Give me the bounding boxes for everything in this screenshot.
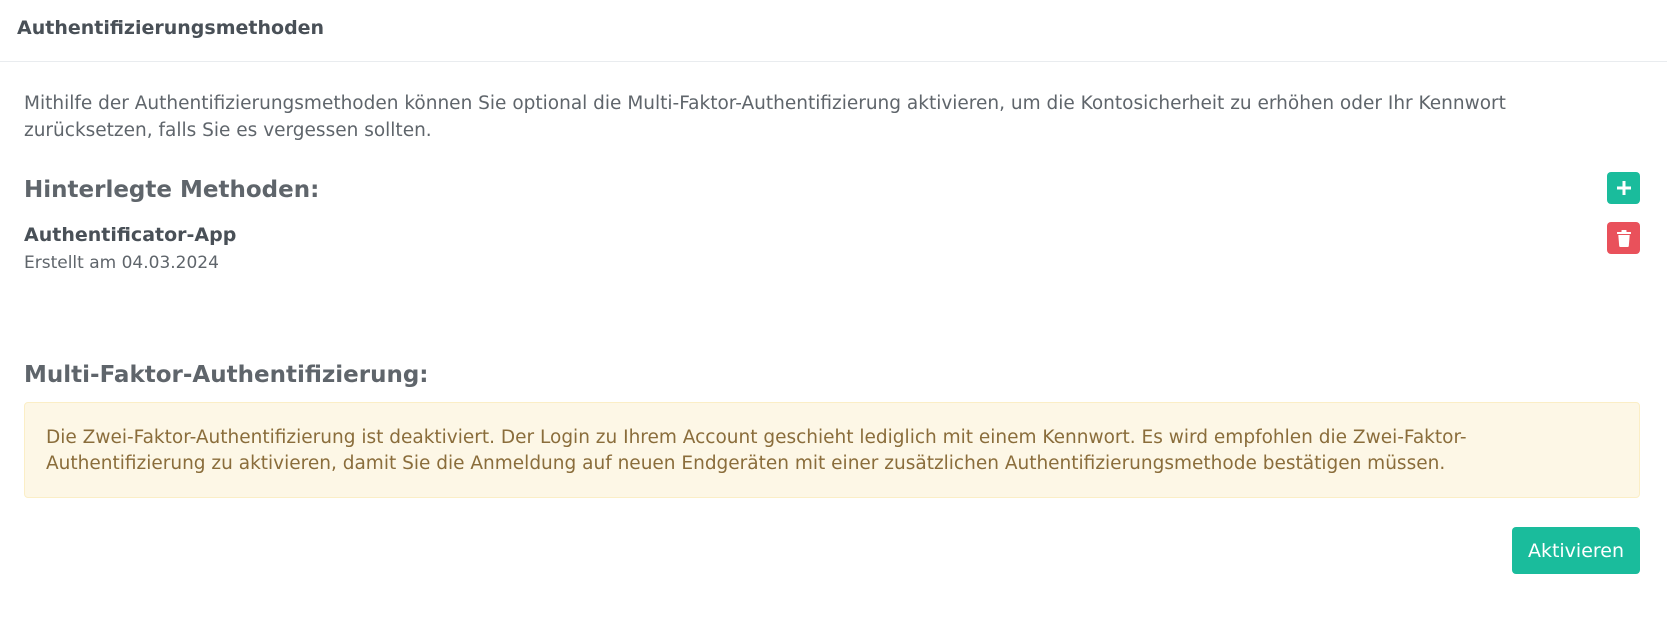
mfa-header: Multi-Faktor-Authentifizierung: bbox=[24, 360, 1640, 394]
methods-header: Hinterlegte Methoden: bbox=[24, 172, 1640, 206]
method-item: Authentificator-App Erstellt am 04.03.20… bbox=[24, 222, 1640, 282]
methods-title: Hinterlegte Methoden: bbox=[24, 177, 320, 203]
add-method-button[interactable] bbox=[1607, 172, 1640, 204]
auth-methods-card: Authentifizierungsmethoden Mithilfe der … bbox=[0, 0, 1667, 631]
page-title: Authentifizierungsmethoden bbox=[17, 16, 325, 39]
delete-method-button[interactable] bbox=[1607, 222, 1640, 254]
card-header: Authentifizierungsmethoden bbox=[0, 0, 1667, 62]
intro-text: Mithilfe der Authentifizierungsmethoden … bbox=[24, 93, 1506, 141]
mfa-title: Multi-Faktor-Authentifizierung: bbox=[24, 362, 429, 388]
mfa-warning-text: Die Zwei-Faktor-Authentifizierung ist de… bbox=[46, 427, 1467, 474]
method-created-date: Erstellt am 04.03.2024 bbox=[24, 253, 219, 273]
plus-icon bbox=[1616, 181, 1631, 195]
mfa-warning-alert: Die Zwei-Faktor-Authentifizierung ist de… bbox=[24, 402, 1640, 498]
method-name: Authentificator-App bbox=[24, 224, 237, 246]
activate-mfa-button[interactable]: Aktivieren bbox=[1512, 527, 1640, 574]
trash-icon bbox=[1616, 229, 1631, 247]
